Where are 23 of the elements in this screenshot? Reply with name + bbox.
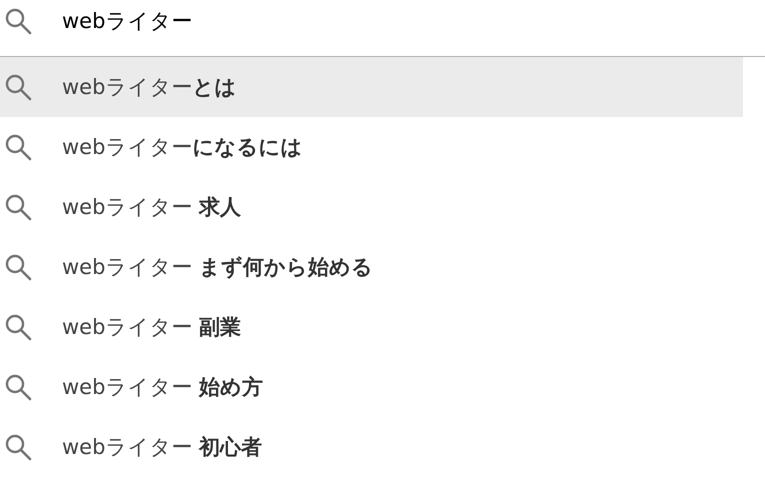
search-icon bbox=[4, 133, 32, 161]
suggestion-text: webライター 初心者 bbox=[62, 434, 262, 461]
suggestion-item[interactable]: webライター 初心者 bbox=[0, 417, 743, 477]
suggestion-text: webライター 始め方 bbox=[62, 374, 264, 401]
suggestion-item[interactable]: webライター 求人 bbox=[0, 177, 743, 237]
search-icon bbox=[4, 193, 32, 221]
suggestion-item[interactable]: webライター まず何から始める bbox=[0, 237, 743, 297]
suggestion-item[interactable]: webライターになるには bbox=[0, 117, 743, 177]
suggestion-text: webライター 求人 bbox=[62, 194, 242, 221]
search-icon bbox=[4, 7, 32, 35]
search-icon bbox=[4, 373, 32, 401]
search-icon bbox=[4, 253, 32, 281]
search-field[interactable]: webライター bbox=[62, 9, 662, 33]
suggestion-text: webライターとは bbox=[62, 74, 236, 101]
suggestion-text: webライターになるには bbox=[62, 134, 302, 161]
suggestion-item[interactable]: webライター 副業 bbox=[0, 297, 743, 357]
search-icon bbox=[4, 433, 32, 461]
suggestion-item[interactable]: webライター 始め方 bbox=[0, 357, 743, 417]
suggestion-item[interactable]: webライターとは bbox=[0, 57, 743, 117]
suggestion-text: webライター 副業 bbox=[62, 314, 242, 341]
suggestion-text: webライター まず何から始める bbox=[62, 254, 374, 281]
search-icon bbox=[4, 313, 32, 341]
search-icon bbox=[4, 73, 32, 101]
